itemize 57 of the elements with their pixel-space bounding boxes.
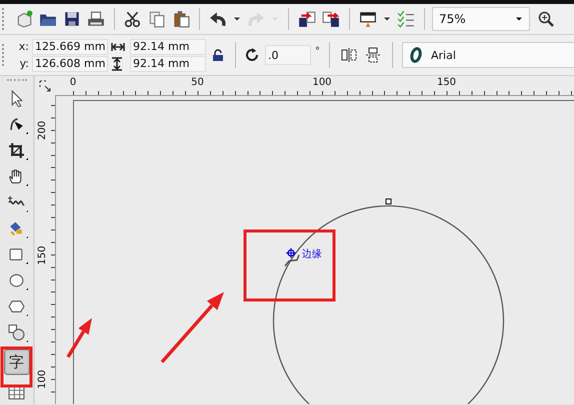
mirror-horizontal-icon [341,47,357,63]
hexagon-icon [8,298,25,314]
printer-icon [87,10,105,28]
rectangle-icon [8,246,25,262]
checklist-button[interactable] [395,8,417,30]
mirror-vertical-icon [365,47,381,63]
annotation-arrow [66,318,92,358]
annotation-arrow [160,292,224,364]
crop-icon [8,142,25,158]
zoom-dropdown[interactable]: 75% [432,7,530,31]
paint-fill-icon [8,220,25,236]
width-field[interactable]: 92.14 mm [130,38,206,54]
ellipse-icon [8,272,25,288]
zoom-button[interactable] [536,9,556,29]
y-label: y: [18,57,29,70]
selection-node [386,198,392,204]
crosshair-icon [39,80,51,92]
font-dropdown[interactable]: Arial [402,42,574,68]
ruler-label: 100 [311,77,333,89]
clipboard-icon [172,10,190,28]
import-icon [298,10,316,28]
monitor-icon [359,10,377,28]
opentype-font-icon [409,47,423,63]
text-tool-button[interactable]: 字 [4,349,30,375]
copy-icon [148,10,166,28]
snap-marker-icon [286,248,296,258]
ruler-label: 150 [436,77,458,89]
degree-label: ° [315,46,320,57]
snap-label: 边缘 [302,249,322,260]
scissors-icon [124,10,142,28]
height-arrows-icon [111,56,123,70]
highlight-frame [0,346,32,388]
lock-button[interactable] [210,47,226,63]
height-field[interactable]: 92.14 mm [130,56,206,72]
shapes-icon [8,324,25,340]
padlock-icon [212,49,224,61]
x-label: x: [18,40,29,53]
magnifier-icon [538,11,554,27]
ruler-label: 100 [37,368,49,391]
redo-arrow-icon [247,10,265,28]
new-document-icon [15,10,33,28]
mirror-vertical-button[interactable] [363,45,383,65]
checklist-icon [397,10,415,28]
ruler-label: 200 [37,119,49,142]
rotate-icon [245,47,261,63]
node-shape-icon [8,116,25,132]
width-arrows-icon [111,40,125,52]
mirror-horizontal-button[interactable] [339,45,359,65]
y-position-field[interactable]: 126.608 mm [32,56,108,72]
x-position-field[interactable]: 125.669 mm [32,38,108,54]
ruler-label: 0 [68,77,78,89]
rotation-field[interactable]: .0 [265,45,311,65]
export-icon [322,10,340,28]
cursor-drawing [284,254,300,266]
undo-arrow-icon [209,10,227,28]
ruler-label: 50 [190,77,205,89]
ruler-label: 150 [37,244,49,266]
